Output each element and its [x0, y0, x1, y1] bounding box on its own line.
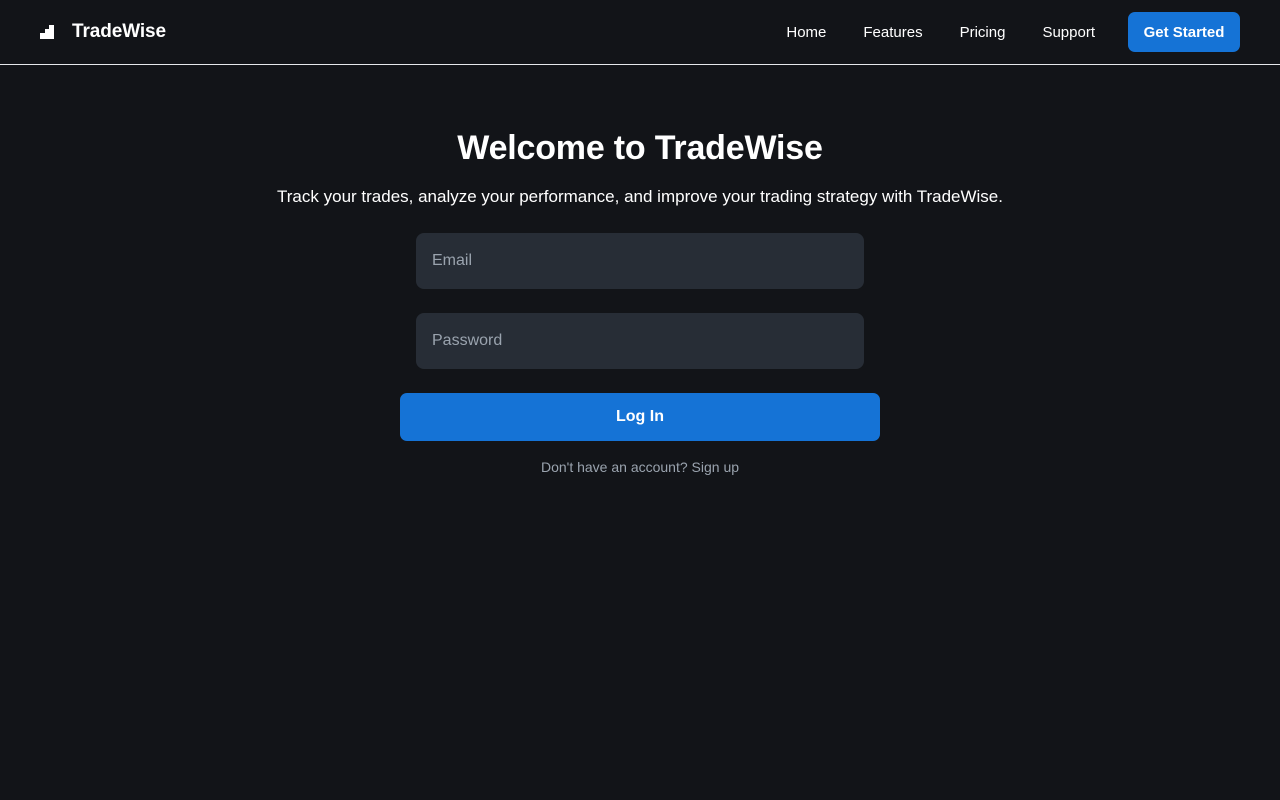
page-title: Welcome to TradeWise	[457, 129, 823, 167]
nav-link-support[interactable]: Support	[1042, 24, 1095, 41]
page-subtitle: Track your trades, analyze your performa…	[277, 187, 1003, 206]
password-field[interactable]	[416, 313, 864, 369]
signup-prompt-row: Don't have an account? Sign up	[0, 459, 1280, 475]
brand[interactable]: TradeWise	[40, 19, 166, 45]
nav-link-features[interactable]: Features	[863, 24, 922, 41]
top-navigation-bar: TradeWise Home Features Pricing Support …	[0, 0, 1280, 65]
login-button[interactable]: Log In	[400, 393, 880, 441]
main-navigation: Home Features Pricing Support Get Starte…	[786, 12, 1240, 52]
get-started-button[interactable]: Get Started	[1128, 12, 1240, 52]
email-field[interactable]	[416, 233, 864, 289]
signup-prompt-text: Don't have an account?	[540, 459, 692, 475]
brand-name: TradeWise	[72, 21, 166, 42]
nav-link-home[interactable]: Home	[786, 24, 826, 41]
stairs-chart-icon	[40, 25, 54, 39]
login-section: Welcome to TradeWise Track your trades, …	[0, 65, 1280, 800]
nav-link-pricing[interactable]: Pricing	[960, 24, 1006, 41]
signup-link[interactable]: Sign up	[692, 459, 739, 475]
